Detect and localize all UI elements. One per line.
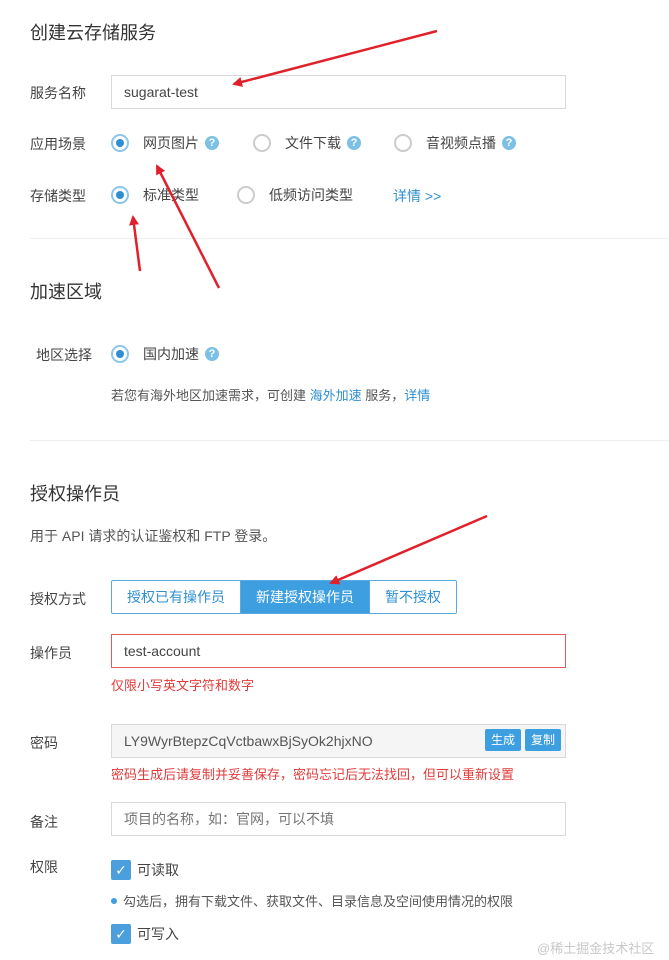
arrow-annotation	[129, 215, 142, 272]
arrow-annotation	[155, 164, 221, 289]
arrow-annotation	[232, 29, 438, 87]
arrow-annotation	[329, 514, 488, 585]
annotation-arrows	[129, 29, 488, 585]
